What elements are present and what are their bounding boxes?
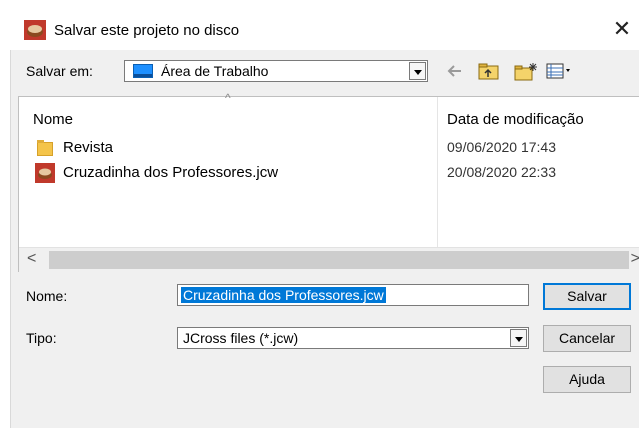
close-icon[interactable]: ✕ — [609, 16, 635, 42]
file-type-dropdown[interactable]: JCross files (*.jcw) — [177, 327, 529, 349]
new-folder-icon[interactable] — [514, 62, 538, 82]
column-header-date[interactable]: Data de modificação — [447, 111, 584, 128]
chevron-down-icon[interactable] — [510, 329, 527, 347]
scrollbar-thumb[interactable] — [49, 251, 629, 269]
file-name: Revista — [63, 139, 114, 156]
file-date: 20/08/2020 22:33 — [447, 164, 556, 180]
back-arrow-icon[interactable] — [446, 62, 464, 82]
save-in-label: Salvar em: — [26, 63, 93, 79]
name-label: Nome: — [26, 288, 68, 304]
horizontal-scrollbar[interactable]: < > — [19, 247, 639, 272]
window-title: Salvar este projeto no disco — [54, 22, 240, 39]
window-left-edge — [0, 0, 11, 428]
save-in-value: Área de Trabalho — [161, 63, 269, 79]
up-folder-icon[interactable] — [478, 62, 500, 82]
list-item[interactable]: Cruzadinha dos Professores.jcw 20/08/202… — [35, 163, 635, 183]
title-bar: Salvar este projeto no disco ✕ — [10, 0, 639, 50]
sort-caret-icon: ^ — [225, 91, 231, 105]
save-button[interactable]: Salvar — [543, 283, 631, 310]
jcross-file-icon — [35, 163, 55, 183]
help-button[interactable]: Ajuda — [543, 366, 631, 393]
scroll-left-icon[interactable]: < — [27, 250, 36, 268]
desktop-icon — [133, 64, 153, 78]
scroll-right-icon[interactable]: > — [631, 250, 639, 268]
list-item[interactable]: Revista 09/06/2020 17:43 — [35, 138, 635, 158]
column-header-name[interactable]: Nome — [33, 111, 73, 128]
file-list[interactable]: ^ Nome Data de modificação Revista 09/06… — [18, 91, 639, 272]
app-icon — [24, 20, 46, 40]
cancel-button[interactable]: Cancelar — [543, 325, 631, 352]
filename-input[interactable]: Cruzadinha dos Professores.jcw — [177, 284, 529, 306]
view-menu-icon[interactable] — [546, 62, 574, 82]
folder-icon — [35, 138, 55, 158]
save-in-dropdown[interactable]: Área de Trabalho — [124, 60, 428, 82]
file-date: 09/06/2020 17:43 — [447, 139, 556, 155]
file-type-value: JCross files (*.jcw) — [183, 330, 299, 346]
chevron-down-icon[interactable] — [409, 62, 426, 80]
file-name: Cruzadinha dos Professores.jcw — [63, 164, 279, 181]
type-label: Tipo: — [26, 330, 57, 346]
filename-value: Cruzadinha dos Professores.jcw — [181, 287, 386, 303]
